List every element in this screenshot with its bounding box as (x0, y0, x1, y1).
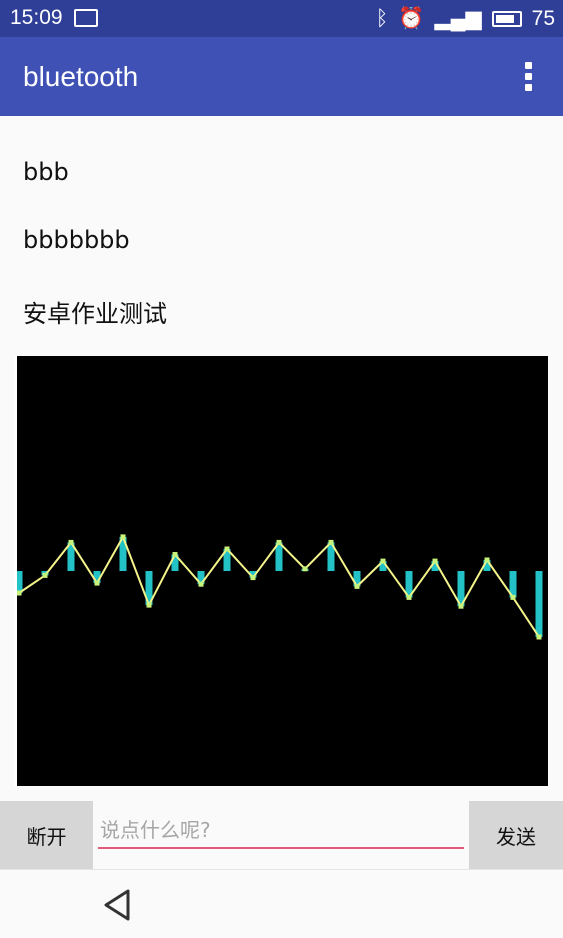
waveform-point (94, 580, 100, 586)
waveform-point (328, 539, 334, 545)
app-title: bluetooth (23, 61, 139, 92)
back-triangle-icon[interactable] (100, 888, 134, 922)
waveform-point (146, 602, 152, 608)
waveform-point (380, 558, 386, 564)
input-bar: 断开 发送 (0, 801, 563, 869)
waveform-point (172, 552, 178, 557)
waveform-point (120, 534, 126, 540)
battery-icon (491, 10, 522, 27)
waveform-point (276, 539, 282, 545)
message-input[interactable] (98, 813, 464, 849)
bluetooth-icon: ᛒ (375, 6, 389, 30)
waveform-point (484, 557, 490, 563)
message-item-1: bbb (23, 158, 69, 186)
status-bar: 15:09 ᛒ ⏰ ▂▄▆ 75 (0, 0, 563, 37)
waveform-point (536, 634, 542, 640)
more-vert-icon[interactable] (523, 62, 533, 94)
send-button[interactable]: 发送 (469, 801, 563, 869)
waveform-bar (535, 571, 543, 637)
waveform-point (458, 603, 464, 609)
waveform-point (16, 590, 22, 596)
signal-icon: ▂▄▆ (434, 7, 482, 30)
navigation-bar (0, 869, 563, 938)
waveform-point (198, 581, 204, 587)
waveform-bar (15, 571, 23, 593)
alarm-icon: ⏰ (398, 6, 425, 30)
waveform-point (432, 558, 438, 564)
message-item-3: 安卓作业测试 (23, 300, 167, 328)
waveform-svg (15, 534, 543, 640)
waveform-point (68, 539, 74, 545)
waveform-point (406, 594, 412, 600)
waveform-point (302, 566, 308, 572)
image-icon (74, 9, 98, 27)
waveform-point (510, 594, 516, 600)
waveform-chart (14, 356, 548, 786)
status-time: 15:09 (10, 6, 63, 29)
message-item-2: bbbbbbb (23, 226, 130, 254)
disconnect-button[interactable]: 断开 (0, 801, 93, 869)
waveform-point (250, 575, 256, 581)
waveform-point (42, 572, 48, 578)
waveform-point (354, 583, 360, 589)
battery-level: 75 (531, 6, 555, 30)
app-bar: bluetooth (0, 37, 563, 116)
status-icons: ᛒ ⏰ ▂▄▆ 75 (376, 6, 555, 31)
waveform-point (224, 546, 230, 552)
